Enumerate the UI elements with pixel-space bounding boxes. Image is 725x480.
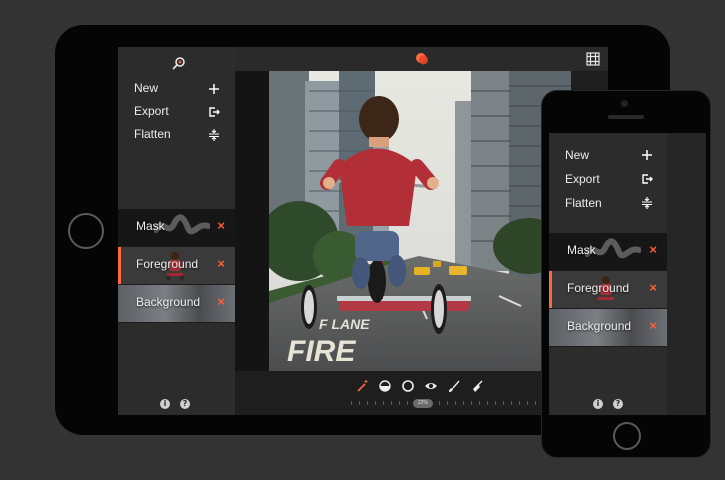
menu-item-flatten[interactable]: Flatten: [118, 123, 235, 146]
zoom-tick: [471, 401, 472, 405]
zoom-tick: [511, 401, 512, 405]
brush-icon[interactable]: [447, 379, 461, 393]
delete-layer-button[interactable]: ×: [649, 271, 657, 305]
zoom-tick: [375, 401, 376, 405]
layer-label: Mask: [567, 243, 596, 257]
zoom-tick: [495, 401, 496, 405]
zoom-tick: [399, 401, 400, 405]
half-circle-icon[interactable]: [378, 379, 392, 393]
info-icon[interactable]: i: [160, 399, 170, 409]
phone-layers-list: Mask × Foreground × Background ×: [549, 233, 667, 347]
delete-layer-button[interactable]: ×: [217, 209, 225, 243]
flatten-icon: [640, 191, 654, 215]
menu-item-label: New: [565, 148, 590, 162]
zoom-tick: [391, 401, 392, 405]
magic-wand-icon[interactable]: [355, 379, 369, 393]
delete-layer-button[interactable]: ×: [217, 247, 225, 281]
phone-screen: New Export Flatten Mask × Foreground × B…: [549, 133, 706, 415]
layer-label: Background: [567, 319, 632, 333]
delete-layer-button[interactable]: ×: [649, 233, 657, 267]
menu-item-label: Flatten: [565, 196, 602, 210]
photo-canvas[interactable]: F LANE FIRE: [269, 71, 571, 371]
circle-icon[interactable]: [401, 379, 415, 393]
zoom-tick: [503, 401, 504, 405]
zoom-level[interactable]: 22%: [413, 399, 433, 408]
phone-sidebar: New Export Flatten Mask × Foreground × B…: [549, 133, 667, 415]
selected-indicator: [118, 247, 121, 284]
layer-background[interactable]: Background ×: [118, 285, 235, 323]
flatten-icon: [207, 123, 221, 146]
photo-image: F LANE FIRE: [269, 71, 571, 371]
info-icon[interactable]: i: [593, 399, 603, 409]
zoom-tick: [439, 401, 440, 405]
layer-foreground[interactable]: Foreground ×: [118, 247, 235, 285]
layer-background[interactable]: Background ×: [549, 309, 667, 347]
help-icon[interactable]: ?: [180, 399, 190, 409]
sidebar: New Export Flatten Mask × Foreground × B…: [118, 47, 235, 415]
layer-label: Mask: [136, 219, 165, 233]
zoom-tick: [447, 401, 448, 405]
canvas-margin: [235, 71, 269, 371]
broom-icon[interactable]: [470, 379, 484, 393]
zoom-tick: [455, 401, 456, 405]
sidebar-menu: New Export Flatten: [118, 77, 235, 146]
menu-item-new[interactable]: New: [118, 77, 235, 100]
zoom-tick: [527, 401, 528, 405]
road-marking-fire: FIRE: [287, 335, 356, 368]
delete-layer-button[interactable]: ×: [217, 285, 225, 319]
search-icon[interactable]: [170, 56, 186, 72]
export-icon: [207, 100, 221, 123]
layer-mask[interactable]: Mask ×: [118, 209, 235, 247]
tool-row: [355, 379, 484, 393]
menu-item-export[interactable]: Export: [118, 100, 235, 123]
phone-camera: [621, 100, 628, 107]
layer-mask[interactable]: Mask ×: [549, 233, 667, 271]
tablet-screen: New Export Flatten Mask × Foreground × B…: [118, 47, 608, 415]
phone-menu: New Export Flatten: [549, 143, 667, 215]
selected-indicator: [549, 271, 552, 308]
layer-label: Foreground: [136, 257, 199, 271]
plus-icon: [207, 77, 221, 100]
layer-label: Background: [136, 295, 201, 309]
phone-home-button[interactable]: [613, 422, 641, 450]
delete-layer-button[interactable]: ×: [649, 309, 657, 343]
zoom-tick: [351, 401, 352, 405]
phone-bottom-icons: i ?: [593, 399, 623, 409]
road-marking-lane: F LANE: [319, 316, 370, 332]
phone-canvas-area: [667, 133, 706, 415]
eye-icon[interactable]: [424, 379, 438, 393]
tablet-home-button[interactable]: [68, 213, 104, 249]
zoom-tick: [479, 401, 480, 405]
menu-item-flatten[interactable]: Flatten: [549, 191, 667, 215]
phone-speaker: [608, 115, 644, 119]
zoom-tick: [519, 401, 520, 405]
top-bar: [235, 47, 608, 71]
bottom-icons: i ?: [160, 399, 190, 409]
menu-item-label: New: [134, 81, 159, 95]
zoom-tick: [487, 401, 488, 405]
zoom-tick: [463, 401, 464, 405]
zoom-slider[interactable]: 22%: [351, 399, 541, 408]
menu-item-label: Flatten: [134, 127, 171, 141]
layer-label: Foreground: [567, 281, 630, 295]
plus-icon: [640, 143, 654, 167]
zoom-tick: [359, 401, 360, 405]
menu-item-new[interactable]: New: [549, 143, 667, 167]
app-logo-icon: [416, 53, 428, 65]
help-icon[interactable]: ?: [613, 399, 623, 409]
menu-item-label: Export: [565, 172, 600, 186]
export-icon: [640, 167, 654, 191]
menu-item-label: Export: [134, 104, 169, 118]
zoom-tick: [367, 401, 368, 405]
zoom-tick: [407, 401, 408, 405]
grid-icon[interactable]: [586, 52, 600, 66]
layers-list: Mask × Foreground × Background ×: [118, 209, 235, 323]
phone-device: New Export Flatten Mask × Foreground × B…: [541, 90, 711, 458]
menu-item-export[interactable]: Export: [549, 167, 667, 191]
zoom-tick: [535, 401, 536, 405]
zoom-tick: [383, 401, 384, 405]
layer-foreground[interactable]: Foreground ×: [549, 271, 667, 309]
